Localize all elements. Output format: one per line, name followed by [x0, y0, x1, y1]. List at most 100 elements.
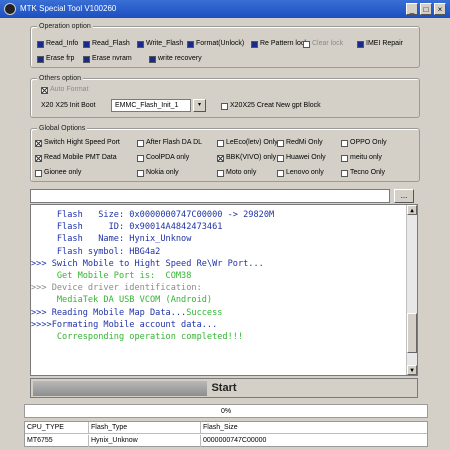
- log-line: Corresponding operation completed!!!: [31, 331, 417, 343]
- init-boot-select[interactable]: EMMC_Flash_Init_1: [111, 99, 191, 112]
- opt-gionee-only[interactable]: Gionee only: [35, 168, 81, 178]
- checkbox-nokia-only[interactable]: [137, 169, 144, 177]
- opt-auto-format-label: Auto Format: [50, 86, 89, 93]
- checkbox-write-recovery[interactable]: [149, 55, 156, 63]
- log-line-text: >>> Reading Mobile Map Data...: [31, 307, 187, 318]
- opt-imei-repair-label: IMEI Repair: [366, 40, 403, 47]
- checkbox-format-unlock[interactable]: [187, 40, 194, 48]
- checkbox-read-flash[interactable]: [83, 40, 90, 48]
- log-line: Flash symbol: HBG4a2: [31, 246, 417, 258]
- opt-redmi-only-label: RedMi Only: [286, 139, 323, 146]
- opt-gpt-block-label: X20X25 Creat New gpt Block: [230, 102, 321, 109]
- checkbox-erase-frp[interactable]: [37, 55, 44, 63]
- opt-write-recovery[interactable]: write recovery: [149, 54, 202, 64]
- opt-meitu-only[interactable]: meitu only: [341, 153, 382, 163]
- log-line-text: Get Mobile Port is: COM38: [31, 271, 192, 282]
- log-line-text: Flash Size: 0x0000000747C00000 -> 29820M: [31, 210, 275, 220]
- log-line: Flash Size: 0x0000000747C00000 -> 29820M: [31, 209, 417, 221]
- checkbox-write-flash[interactable]: [137, 40, 144, 48]
- opt-huawei-only[interactable]: Huawei Only: [277, 153, 326, 163]
- file-path-input[interactable]: [30, 189, 390, 203]
- opt-read-flash-label: Read_Flash: [92, 40, 130, 47]
- log-line: Flash ID: 0x90014A4842473461: [31, 221, 417, 233]
- dropdown-arrow-icon[interactable]: ▾: [193, 99, 206, 112]
- opt-nokia-only[interactable]: Nokia only: [137, 168, 179, 178]
- checkbox-imei-repair[interactable]: [357, 40, 364, 48]
- log-line: Get Mobile Port is: COM38: [31, 270, 417, 282]
- opt-write-recovery-label: write recovery: [158, 55, 202, 62]
- status-header-row: CPU_TYPE Flash_Type Flash_Size: [25, 422, 427, 434]
- log-line: Flash Name: Hynix_Unknow: [31, 233, 417, 245]
- checkbox-after-flash-da[interactable]: [137, 139, 144, 147]
- opt-tecno-only[interactable]: Tecno Only: [341, 168, 385, 178]
- checkbox-oppo-only[interactable]: [341, 139, 348, 147]
- opt-gionee-only-label: Gionee only: [44, 169, 82, 176]
- scroll-down-icon[interactable]: ▼: [407, 365, 417, 375]
- opt-leeco-only[interactable]: LeEco(letv) Only: [217, 138, 278, 148]
- opt-lenovo-only[interactable]: Lenovo only: [277, 168, 324, 178]
- status-header-flash-type: Flash_Type: [89, 422, 201, 434]
- status-value-flash-type: Hynix_Unknow: [89, 435, 201, 447]
- opt-read-pmt[interactable]: Read Mobile PMT Data: [35, 153, 117, 163]
- checkbox-leeco-only[interactable]: [217, 139, 224, 147]
- checkbox-erase-nvram[interactable]: [83, 55, 90, 63]
- checkbox-gionee-only[interactable]: [35, 169, 42, 177]
- scroll-thumb[interactable]: [407, 313, 417, 353]
- opt-read-flash[interactable]: Read_Flash: [83, 39, 130, 49]
- minimize-button[interactable]: _: [406, 3, 418, 15]
- log-scrollbar[interactable]: ▲ ▼: [406, 205, 417, 375]
- title-bar: MTK Special Tool V100260 _ □ ×: [0, 0, 450, 18]
- progress-percent: 0%: [24, 404, 428, 418]
- opt-format-unlock[interactable]: Format(Unlock): [187, 39, 244, 49]
- status-value-flash-size: 0000000747C00000: [203, 437, 267, 444]
- checkbox-re-pattern-lock[interactable]: [251, 40, 258, 48]
- checkbox-auto-format: [41, 86, 48, 94]
- checkbox-huawei-only[interactable]: [277, 154, 284, 162]
- log-line: >>> Device driver identification:: [31, 282, 417, 294]
- opt-redmi-only[interactable]: RedMi Only: [277, 138, 323, 148]
- operation-option-group: Operation option Read_Info Read_Flash Wr…: [30, 22, 420, 68]
- log-line-text: >>>>Formating Mobile account data...: [31, 319, 218, 330]
- opt-gpt-block[interactable]: X20X25 Creat New gpt Block: [221, 101, 321, 111]
- close-button[interactable]: ×: [434, 3, 446, 15]
- opt-read-info-label: Read_Info: [46, 40, 79, 47]
- checkbox-switch-speed-port[interactable]: [35, 139, 42, 147]
- checkbox-lenovo-only[interactable]: [277, 169, 284, 177]
- opt-read-pmt-label: Read Mobile PMT Data: [44, 154, 117, 161]
- opt-read-info[interactable]: Read_Info: [37, 39, 78, 49]
- scroll-up-icon[interactable]: ▲: [407, 205, 417, 215]
- maximize-button[interactable]: □: [420, 3, 432, 15]
- opt-tecno-only-label: Tecno Only: [350, 169, 386, 176]
- status-header-flash-size: Flash_Size: [203, 424, 238, 431]
- checkbox-meitu-only[interactable]: [341, 154, 348, 162]
- opt-oppo-only[interactable]: OPPO Only: [341, 138, 387, 148]
- opt-imei-repair[interactable]: IMEI Repair: [357, 39, 403, 49]
- checkbox-bbk-only[interactable]: [217, 154, 224, 162]
- checkbox-read-info[interactable]: [37, 40, 44, 48]
- opt-bbk-only-label: BBK(VIVO) only: [226, 154, 277, 161]
- checkbox-read-pmt[interactable]: [35, 154, 42, 162]
- opt-coolpda-only[interactable]: CoolPDA only: [137, 153, 189, 163]
- opt-erase-nvram[interactable]: Erase nvram: [83, 54, 132, 64]
- checkbox-redmi-only[interactable]: [277, 139, 284, 147]
- checkbox-gpt-block[interactable]: [221, 102, 228, 110]
- opt-after-flash-da[interactable]: After Flash DA DL: [137, 138, 202, 148]
- opt-clear-lock: Clear lock: [303, 39, 343, 49]
- window-controls: _ □ ×: [406, 3, 446, 15]
- checkbox-moto-only[interactable]: [217, 169, 224, 177]
- opt-moto-only[interactable]: Moto only: [217, 168, 256, 178]
- opt-switch-speed-port-label: Switch Hight Speed Port: [44, 139, 120, 146]
- opt-re-pattern-lock[interactable]: Re Pattern lock: [251, 39, 308, 49]
- opt-switch-speed-port[interactable]: Switch Hight Speed Port: [35, 138, 120, 148]
- log-line: >>>>Formating Mobile account data...: [31, 319, 417, 331]
- checkbox-tecno-only[interactable]: [341, 169, 348, 177]
- checkbox-coolpda-only[interactable]: [137, 154, 144, 162]
- opt-coolpda-only-label: CoolPDA only: [146, 154, 190, 161]
- opt-bbk-only[interactable]: BBK(VIVO) only: [217, 153, 276, 163]
- log-line: >>> Reading Mobile Map Data...Success: [31, 307, 417, 319]
- opt-write-flash[interactable]: Write_Flash: [137, 39, 183, 49]
- opt-erase-frp[interactable]: Erase frp: [37, 54, 74, 64]
- browse-button[interactable]: ...: [394, 189, 414, 203]
- start-button[interactable]: Start: [30, 378, 418, 398]
- status-table: CPU_TYPE Flash_Type Flash_Size MT6755 Hy…: [24, 421, 428, 447]
